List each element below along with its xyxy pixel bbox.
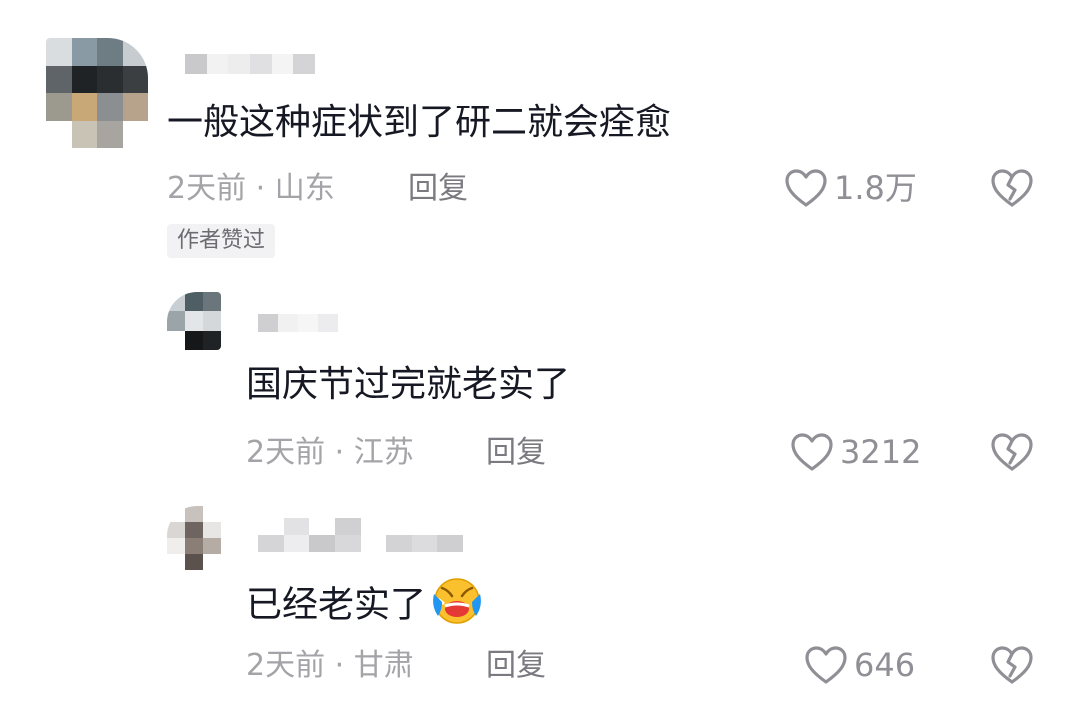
like-count: 646 [854, 646, 916, 684]
avatar[interactable] [167, 506, 221, 570]
heart-icon [785, 169, 827, 207]
comment-text: 国庆节过完就老实了 [246, 364, 571, 405]
like-button[interactable]: 3212 [790, 432, 921, 472]
like-count: 1.8万 [834, 169, 917, 207]
crying-laughing-emoji-icon [430, 576, 484, 637]
comment-time-location: 2天前 · 山东 [167, 171, 335, 206]
username[interactable] [258, 314, 338, 332]
comment-text: 已经老实了 [246, 576, 484, 637]
dislike-button[interactable] [990, 432, 1034, 476]
username[interactable] [258, 518, 463, 552]
reply-button[interactable]: 回复 [486, 648, 546, 684]
dislike-button[interactable] [990, 168, 1034, 212]
comment-text-content: 已经老实了 [246, 584, 427, 626]
like-count: 3212 [840, 433, 922, 471]
comment-time-location: 2天前 · 甘肃 [246, 648, 414, 683]
dislike-button[interactable] [990, 645, 1034, 689]
like-button[interactable]: 646 [804, 645, 915, 685]
broken-heart-icon [991, 169, 1033, 207]
author-liked-badge: 作者赞过 [167, 224, 276, 258]
reply-button[interactable]: 回复 [408, 171, 468, 207]
broken-heart-icon [991, 646, 1033, 684]
heart-icon [805, 646, 847, 684]
comment-text: 一般这种症状到了研二就会痊愈 [167, 102, 672, 143]
reply-button[interactable]: 回复 [486, 435, 546, 471]
username[interactable] [185, 54, 315, 74]
broken-heart-icon [991, 433, 1033, 471]
heart-icon [791, 433, 833, 471]
like-button[interactable]: 1.8万 [784, 168, 917, 208]
comment-time-location: 2天前 · 江苏 [246, 435, 414, 470]
avatar[interactable] [46, 38, 148, 148]
avatar[interactable] [167, 292, 221, 350]
